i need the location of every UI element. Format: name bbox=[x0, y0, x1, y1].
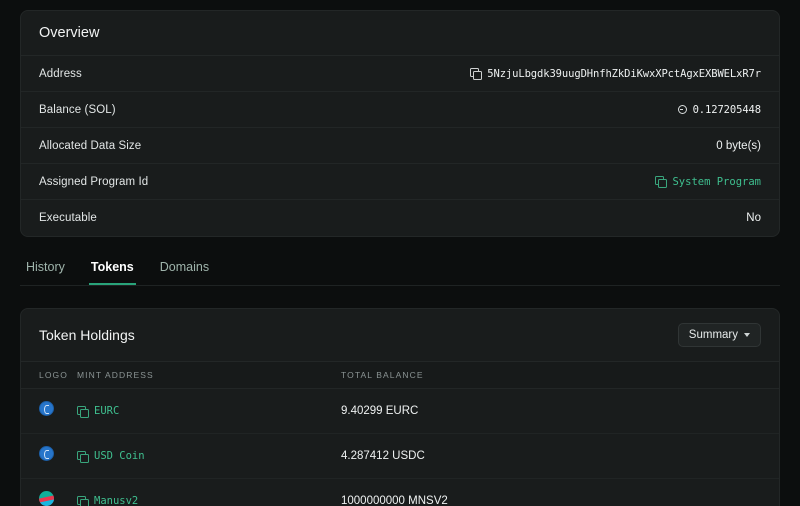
copy-icon[interactable] bbox=[77, 495, 89, 506]
row-label-balance-sol: Balance (SOL) bbox=[39, 103, 116, 116]
summary-button-label: Summary bbox=[688, 329, 738, 341]
table-row: Assigned Program Id System Program bbox=[21, 164, 779, 200]
row-label-allocated-data-size: Allocated Data Size bbox=[39, 139, 142, 152]
token-mint-link[interactable]: USD Coin bbox=[94, 450, 145, 462]
column-header-total-balance: TOTAL BALANCE bbox=[341, 370, 424, 380]
table-row: Allocated Data Size 0 byte(s) bbox=[21, 128, 779, 164]
token-logo-cell bbox=[39, 446, 77, 466]
tab-tokens[interactable]: Tokens bbox=[88, 254, 136, 285]
row-value-executable: No bbox=[746, 212, 761, 224]
table-row: Executable No bbox=[21, 200, 779, 236]
token-logo-cell bbox=[39, 491, 77, 506]
overview-card-header: Overview bbox=[21, 11, 779, 56]
copy-icon[interactable] bbox=[470, 68, 483, 80]
row-value-balance-sol: 0.127205448 bbox=[677, 103, 762, 116]
eurc-token-logo-icon bbox=[39, 401, 54, 416]
copy-icon[interactable] bbox=[77, 405, 89, 418]
sol-coin-icon bbox=[677, 105, 687, 114]
copy-icon[interactable] bbox=[77, 450, 89, 463]
token-holdings-card: Token Holdings Summary LOGO MINT ADDRESS… bbox=[20, 308, 780, 506]
token-mint-cell: EURC bbox=[77, 405, 341, 418]
row-label-address: Address bbox=[39, 67, 82, 80]
tab-history[interactable]: History bbox=[24, 254, 67, 285]
overview-rows: Address 5NzjuLbgdk39uugDHnfhZkDiKwxXPctA… bbox=[21, 56, 779, 236]
row-value-allocated-data-size: 0 byte(s) bbox=[716, 139, 761, 152]
token-mint-link[interactable]: Manusv2 bbox=[94, 495, 138, 506]
chevron-down-icon bbox=[744, 333, 750, 337]
overview-title: Overview bbox=[39, 25, 100, 41]
address-text: 5NzjuLbgdk39uugDHnfhZkDiKwxXPctAgxEXBWEL… bbox=[487, 67, 761, 80]
balance-sol-text: 0.127205448 bbox=[692, 103, 762, 116]
row-value-assigned-program-id[interactable]: System Program bbox=[655, 176, 761, 188]
column-header-mint-address: MINT ADDRESS bbox=[77, 370, 154, 380]
row-value-address[interactable]: 5NzjuLbgdk39uugDHnfhZkDiKwxXPctAgxEXBWEL… bbox=[470, 68, 761, 80]
token-balance-cell: 9.40299 EURC bbox=[341, 405, 419, 417]
table-row: Manusv2 1000000000 MNSV2 bbox=[21, 479, 779, 506]
token-holdings-title: Token Holdings bbox=[39, 327, 135, 343]
copy-icon[interactable] bbox=[655, 176, 668, 188]
mnsv2-token-logo-icon bbox=[39, 491, 54, 506]
row-label-assigned-program-id: Assigned Program Id bbox=[39, 175, 149, 188]
token-balance-cell: 4.287412 USDC bbox=[341, 450, 425, 462]
column-header-logo: LOGO bbox=[39, 370, 68, 380]
token-table-column-headers: LOGO MINT ADDRESS TOTAL BALANCE bbox=[21, 362, 779, 389]
account-page: Overview Address 5NzjuLbgdk39uugDHnfhZkD… bbox=[0, 0, 800, 506]
row-label-executable: Executable bbox=[39, 212, 97, 224]
overview-card: Overview Address 5NzjuLbgdk39uugDHnfhZkD… bbox=[20, 10, 780, 237]
tab-bar: History Tokens Domains bbox=[20, 254, 780, 286]
table-row: Address 5NzjuLbgdk39uugDHnfhZkDiKwxXPctA… bbox=[21, 56, 779, 92]
table-row: Balance (SOL) 0.127205448 bbox=[21, 92, 779, 128]
token-balance-cell: 1000000000 MNSV2 bbox=[341, 495, 448, 506]
token-mint-cell: Manusv2 bbox=[77, 495, 341, 506]
summary-dropdown-button[interactable]: Summary bbox=[677, 323, 761, 347]
assigned-program-link[interactable]: System Program bbox=[672, 176, 761, 188]
usdc-token-logo-icon bbox=[39, 446, 54, 461]
table-row: EURC 9.40299 EURC bbox=[21, 389, 779, 434]
token-mint-link[interactable]: EURC bbox=[94, 405, 119, 417]
token-mint-cell: USD Coin bbox=[77, 450, 341, 463]
token-holdings-header: Token Holdings Summary bbox=[21, 309, 779, 362]
tab-domains[interactable]: Domains bbox=[158, 254, 211, 285]
table-row: USD Coin 4.287412 USDC bbox=[21, 434, 779, 479]
token-logo-cell bbox=[39, 401, 77, 421]
